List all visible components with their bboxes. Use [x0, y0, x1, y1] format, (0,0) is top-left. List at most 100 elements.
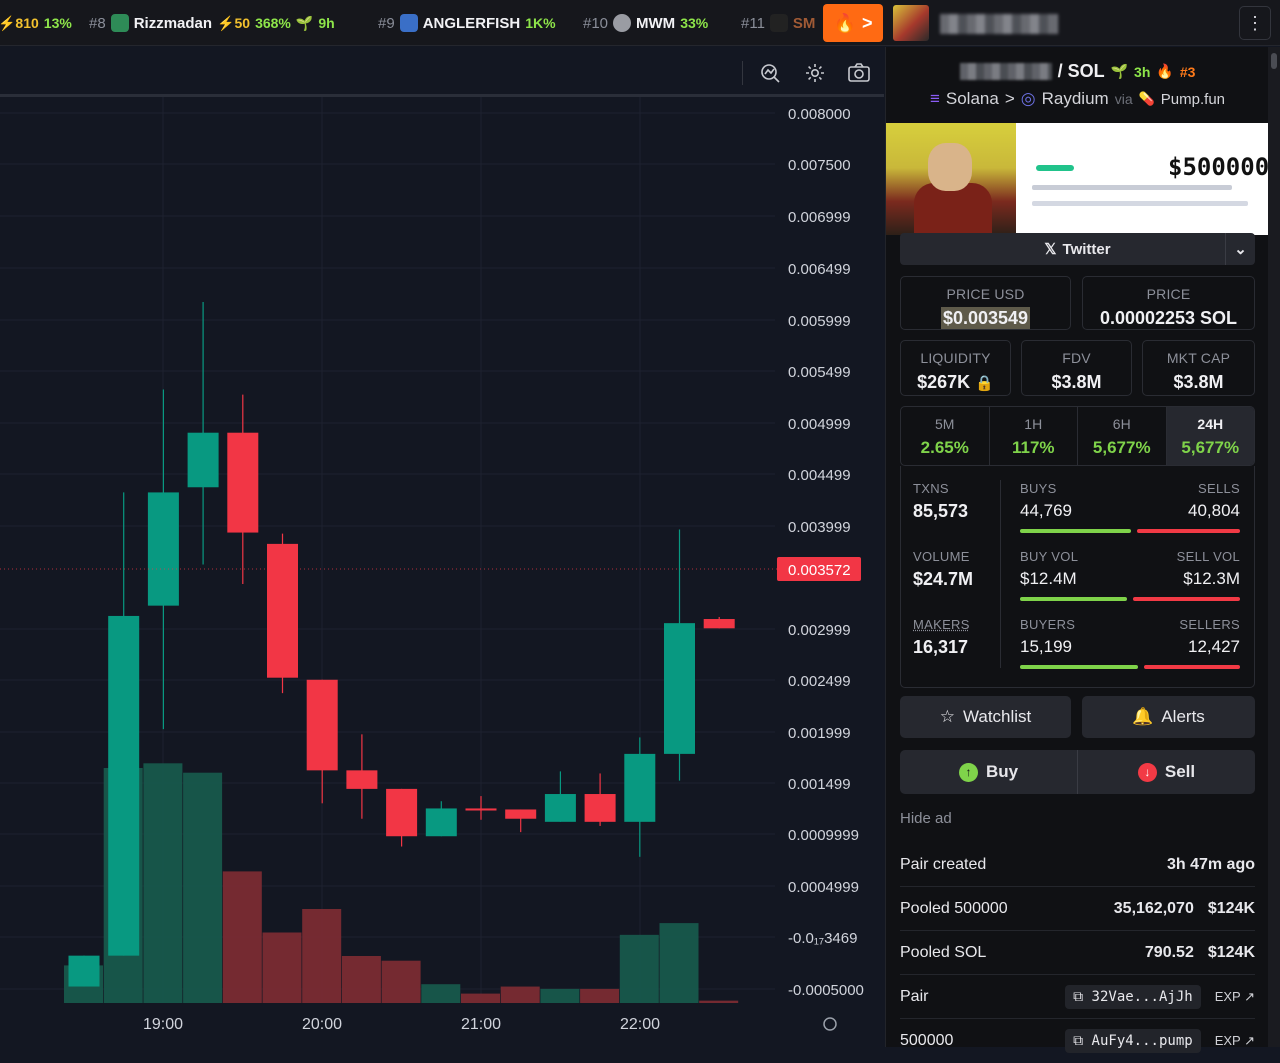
price-change: 33% — [680, 15, 708, 31]
scrollbar-thumb[interactable] — [1271, 53, 1277, 69]
tab-5m[interactable]: 5M 2.65% — [901, 407, 990, 465]
chain-link[interactable]: Solana — [946, 89, 999, 109]
volume-stat: VOLUME $24.7M — [913, 549, 973, 590]
price-change: 13% — [44, 15, 72, 31]
buyers-value: 15,199 — [1020, 637, 1072, 657]
ticker-item[interactable]: #9 ANGLERFISH 1K% — [378, 13, 556, 33]
pair-address-label: Pair — [900, 988, 928, 1006]
sell-vol-value: $12.3M — [1183, 569, 1240, 589]
lock-icon[interactable]: 🔒 — [975, 375, 994, 392]
exp-label: EXP — [1215, 989, 1241, 1004]
solana-icon: ≡ — [930, 89, 940, 109]
price-axis-label: 0.006999 — [788, 209, 851, 226]
seedling-icon: 🌱 — [296, 15, 313, 32]
time-axis-label: 21:00 — [461, 1016, 501, 1033]
arrow-up-icon: ↑ — [959, 763, 978, 782]
ticker-item[interactable]: #10 MWM 33% — [583, 13, 708, 33]
sell-label: Sell — [1165, 762, 1195, 782]
candle-body — [227, 433, 258, 533]
alerts-label: Alerts — [1161, 707, 1204, 727]
ticker-item[interactable]: #11 SM — [741, 13, 815, 33]
pooled-sol-row: Pooled SOL 790.52 $124K — [900, 931, 1255, 975]
kebab-menu-button[interactable]: ⋮ — [1239, 6, 1271, 40]
price-axis-label: 0.004499 — [788, 467, 851, 484]
pair-created-value: 3h 47m ago — [1167, 856, 1255, 874]
price-chart[interactable]: 0.008000 0.007500 0.006999 0.006499 0.005999… — [0, 47, 884, 1047]
ticker-item[interactable]: #8 Rizzmadan ⚡50 368% 🌱 9h — [89, 13, 335, 33]
price-usd-box: PRICE USD $0.003549 — [900, 276, 1071, 330]
pair-created-row: Pair created 3h 47m ago — [900, 843, 1255, 887]
makers-label: MAKERS — [913, 617, 970, 632]
pair-address: 32Vae...AjJh — [1092, 989, 1193, 1005]
trending-fire-button[interactable]: 🔥 > — [823, 4, 883, 42]
watchlist-button[interactable]: ☆ Watchlist — [900, 696, 1071, 738]
chart-toolbar — [0, 47, 884, 97]
pair-title: / SOL 🌱 3h 🔥 #3 — [886, 61, 1269, 82]
more-vertical-icon: ⋮ — [1246, 13, 1264, 34]
bell-icon: 🔔 — [1132, 707, 1153, 727]
tab-6h[interactable]: 6H 5,677% — [1078, 407, 1167, 465]
tab-24h[interactable]: 24H 5,677% — [1167, 407, 1255, 465]
alerts-button[interactable]: 🔔 Alerts — [1082, 696, 1255, 738]
price-axis-label: 0.006499 — [788, 261, 851, 278]
pooled-token-row: Pooled 500000 35,162,070 $124K — [900, 887, 1255, 931]
buys-value: 44,769 — [1020, 501, 1072, 521]
auto-scale-gear-icon[interactable] — [824, 1018, 836, 1030]
banner-text-line — [1032, 201, 1248, 206]
sell-button[interactable]: ↓ Sell — [1078, 750, 1255, 794]
volume-bar — [501, 987, 540, 1003]
tab-1h[interactable]: 1H 117% — [990, 407, 1079, 465]
x-twitter-icon: 𝕏 — [1044, 240, 1056, 258]
price-native-value: 0.00002253 SOL — [1083, 308, 1254, 329]
mktcap-value: $3.8M — [1143, 372, 1254, 393]
pooled-sol-usd: $124K — [1208, 944, 1255, 962]
volume-bar — [620, 935, 659, 1003]
time-axis-label: 20:00 — [302, 1016, 342, 1033]
copy-pair-address-button[interactable]: ⧉ 32Vae...AjJh — [1065, 985, 1201, 1009]
buy-button[interactable]: ↑ Buy — [900, 750, 1078, 794]
camera-snapshot-icon[interactable] — [846, 60, 872, 86]
price-native-label: PRICE — [1083, 286, 1254, 302]
tab-label: 5M — [901, 416, 989, 432]
dex-link[interactable]: Raydium — [1042, 89, 1109, 109]
candle-body — [545, 794, 576, 822]
pair-age: 9h — [318, 15, 334, 31]
liquidity-label: LIQUIDITY — [901, 350, 1010, 366]
chevron-down-icon[interactable]: ⌄ — [1225, 233, 1255, 265]
ticker-item[interactable]: ⚡810 13% — [0, 13, 72, 33]
twitter-link[interactable]: Twitter — [1063, 241, 1111, 258]
candle-body — [466, 808, 497, 810]
pair-created-label: Pair created — [900, 856, 986, 874]
token-avatar — [893, 5, 929, 41]
panel-scrollbar[interactable] — [1268, 47, 1280, 1047]
candlestick-chart-canvas[interactable]: 0.008000 0.007500 0.006999 0.006499 0.005999… — [0, 97, 884, 1047]
indicator-icon[interactable] — [757, 60, 783, 86]
trade-buttons: ↑ Buy ↓ Sell — [900, 750, 1255, 794]
buy-sell-volume-stat: BUY VOL SELL VOL $12.4M $12.3M — [1020, 549, 1240, 601]
price-axis-label: 0.008000 — [788, 106, 851, 123]
raydium-icon: ◎ — [1021, 89, 1036, 109]
candle-body — [148, 492, 179, 605]
pair-explorer-link[interactable]: EXP ↗ — [1215, 989, 1255, 1005]
tab-change: 117% — [990, 438, 1078, 458]
candle-body — [704, 619, 735, 628]
quote-symbol: / SOL — [1058, 61, 1105, 82]
candle-body — [505, 809, 536, 818]
star-icon: ☆ — [940, 707, 955, 727]
base-symbol-redacted — [960, 63, 1052, 80]
settings-gear-icon[interactable] — [802, 60, 828, 86]
copy-token-address-button[interactable]: ⧉ AuFy4...pump — [1065, 1029, 1201, 1053]
txns-stat: TXNS 85,573 — [913, 481, 968, 522]
volume-bar — [540, 989, 579, 1003]
pooled-token-amount: 35,162,070 — [1114, 900, 1194, 918]
tab-label: 6H — [1078, 416, 1166, 432]
toolbar-divider — [742, 61, 743, 85]
volume-bar — [223, 871, 262, 1003]
launchpad-link[interactable]: Pump.fun — [1161, 91, 1225, 108]
top-ticker-bar: ⚡810 13% #8 Rizzmadan ⚡50 368% 🌱 9h #9 A… — [0, 0, 1280, 46]
hide-ad-link[interactable]: Hide ad — [900, 810, 952, 827]
banner-tag — [1036, 165, 1074, 171]
volume-bar — [263, 933, 302, 1004]
social-links-dropdown[interactable]: 𝕏 Twitter ⌄ — [900, 233, 1255, 265]
volume-bar — [699, 1001, 738, 1003]
